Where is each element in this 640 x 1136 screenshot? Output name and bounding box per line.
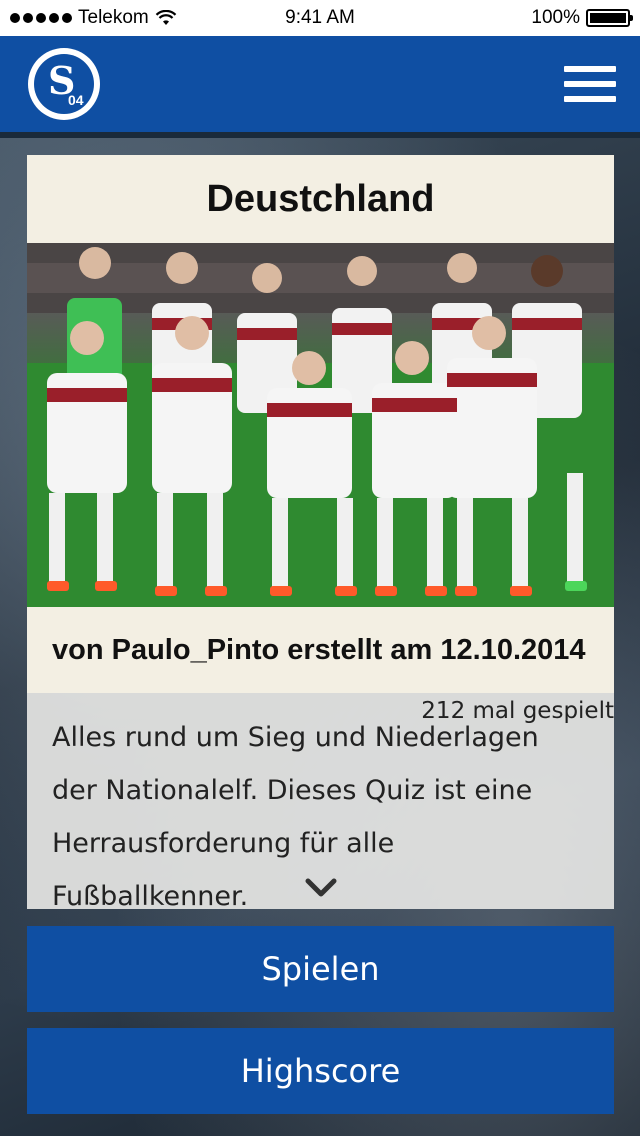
club-logo[interactable]: S 04 (28, 48, 100, 120)
hamburger-menu-icon[interactable] (564, 66, 616, 102)
quiz-author-line: von Paulo_Pinto erstellt am 12.10.2014 (27, 607, 614, 693)
status-right: 100% (531, 7, 633, 29)
quiz-title: Deustchland (27, 155, 614, 243)
team-photo (27, 243, 614, 607)
status-bar: Telekom 9:41 AM 100% (0, 0, 640, 36)
chevron-down-icon[interactable] (305, 877, 337, 899)
play-count: 212 mal gespielt (421, 698, 614, 724)
logo-badge: S 04 (34, 54, 94, 114)
battery-icon (586, 9, 633, 27)
logo-number: 04 (68, 92, 84, 108)
highscore-button[interactable]: Highscore (27, 1028, 614, 1114)
battery-percent: 100% (531, 7, 580, 28)
quiz-card: Deustchland von Paulo_Pinto erstellt am … (27, 155, 614, 912)
play-button[interactable]: Spielen (27, 926, 614, 1012)
app-header: S 04 (0, 36, 640, 138)
team-photo-illustration (27, 243, 614, 607)
